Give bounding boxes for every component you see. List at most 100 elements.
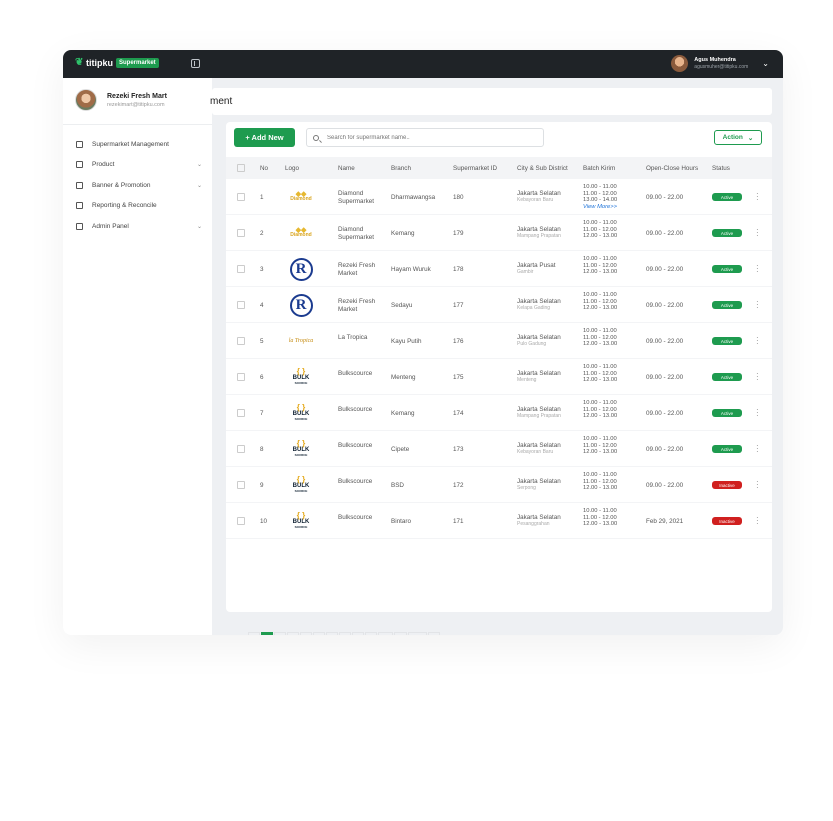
store-logo: { } BULK SOURCE — [292, 511, 310, 530]
table-row[interactable]: 4 R Rezeki Fresh Market Sedayu 177 Jakarta Se… — [226, 287, 772, 323]
chevron-down-icon[interactable]: ⌄ — [762, 59, 769, 68]
page-button[interactable]: ... — [394, 632, 408, 635]
brand-logo[interactable]: ❦ titipku Supermarket — [75, 58, 159, 68]
header-branch: Branch — [391, 165, 411, 172]
row-name: Diamond Supermarket — [338, 190, 375, 205]
status-badge: Inactive — [712, 481, 742, 489]
row-hours: 09.00 - 22.00 — [646, 230, 684, 237]
row-batch: 10.00 - 11.00 11.00 - 12.00 12.00 - 13.00 — [583, 436, 618, 455]
page-button[interactable]: 1 — [261, 632, 273, 635]
store-name: Rezeki Fresh Mart — [107, 92, 167, 100]
sidebar-item[interactable]: Product ⌄ — [76, 155, 204, 176]
row-batch: 10.00 - 11.00 11.00 - 12.00 12.00 - 13.00 — [583, 364, 618, 383]
page-button[interactable]: 3 — [287, 632, 299, 635]
table-row[interactable]: 8 { } BULK SOURCE Bulkscource Cipete 173 Jakart… — [226, 431, 772, 467]
avatar — [671, 55, 689, 72]
row-checkbox[interactable] — [237, 337, 245, 345]
page-button[interactable]: 4 — [300, 632, 312, 635]
table-row[interactable]: 6 { } BULK SOURCE Bulkscource Menteng 175 Jakar… — [226, 359, 772, 395]
row-no: 10 — [260, 518, 268, 525]
page-button[interactable]: 5 — [313, 632, 325, 635]
next-page-button[interactable]: » — [427, 632, 440, 635]
table-row[interactable]: 1 ◆◆ Diamond Diamond Supermarket Dharmawangs… — [226, 179, 772, 215]
row-supermarket-id: 177 — [453, 302, 464, 309]
search-input[interactable] — [327, 134, 527, 141]
more-options-icon[interactable]: · · · — [756, 190, 759, 204]
row-supermarket-id: 173 — [453, 446, 464, 453]
page-button[interactable]: 7 — [339, 632, 351, 635]
header-city: City & Sub District — [517, 165, 568, 172]
row-no: 8 — [260, 446, 264, 453]
row-city: Jakarta Selatan Kebayoran Baru — [517, 190, 561, 203]
page-button[interactable]: 101 — [408, 632, 427, 635]
row-checkbox[interactable] — [237, 193, 245, 201]
view-more-link[interactable]: View More>> — [583, 204, 617, 211]
sidebar-item[interactable]: Banner & Promotion ⌄ — [76, 175, 204, 196]
row-checkbox[interactable] — [237, 301, 245, 309]
row-city: Jakarta Selatan Pesanggrahan — [517, 514, 561, 527]
row-checkbox[interactable] — [237, 517, 245, 525]
select-all-checkbox[interactable] — [237, 164, 245, 172]
more-options-icon[interactable]: · · · — [756, 334, 759, 348]
pagination: «12345678910...101» — [248, 632, 441, 635]
row-checkbox[interactable] — [237, 265, 245, 273]
row-supermarket-id: 172 — [453, 482, 464, 489]
more-options-icon[interactable]: · · · — [756, 226, 759, 240]
status-badge: Active — [712, 301, 742, 309]
row-checkbox[interactable] — [237, 229, 245, 237]
table-row[interactable]: 5 la Tropica La Tropica Kayu Putih 176 Jakart… — [226, 323, 772, 359]
header-batch: Batch Kirim — [583, 165, 616, 172]
row-name: La Tropica — [338, 334, 368, 341]
chevron-down-icon: ⌄ — [747, 134, 754, 142]
page-button[interactable]: 6 — [326, 632, 338, 635]
page-button[interactable]: 9 — [365, 632, 377, 635]
more-options-icon[interactable]: · · · — [756, 478, 759, 492]
store-email: rezekimart@titipku.com — [107, 101, 165, 108]
more-options-icon[interactable]: · · · — [756, 514, 759, 528]
more-options-icon[interactable]: · · · — [756, 406, 759, 420]
row-batch: 10.00 - 11.00 11.00 - 12.00 12.00 - 13.00 — [583, 220, 618, 239]
row-city: Jakarta Selatan Mampang Prapatan — [517, 226, 561, 239]
sidebar-item[interactable]: Supermarket Management — [76, 134, 204, 155]
row-name: Bulkscource — [338, 514, 373, 521]
row-checkbox[interactable] — [237, 409, 245, 417]
sidebar-item-label: Supermarket Management — [92, 140, 169, 148]
row-checkbox[interactable] — [237, 373, 245, 381]
row-name: Diamond Supermarket — [338, 226, 375, 241]
action-dropdown[interactable]: Action ⌄ — [714, 130, 762, 145]
sidebar-item-label: Product — [92, 161, 115, 169]
add-new-button[interactable]: + Add New — [234, 128, 295, 147]
more-options-icon[interactable]: · · · — [756, 370, 759, 384]
row-supermarket-id: 180 — [453, 194, 464, 201]
header-no: No — [260, 165, 269, 172]
row-branch: Menteng — [391, 374, 416, 381]
page-button[interactable]: 10 — [378, 632, 394, 635]
more-options-icon[interactable]: · · · — [756, 298, 759, 312]
row-checkbox[interactable] — [237, 445, 245, 453]
table-card: + Add New Action ⌄ No Logo Name Branch S… — [226, 122, 772, 635]
search-box[interactable] — [306, 128, 544, 147]
sidebar: Rezeki Fresh Mart rezekimart@titipku.com… — [63, 78, 212, 635]
table-row[interactable]: 2 ◆◆ Diamond Diamond Supermarket Kemang 179 Ja… — [226, 215, 772, 251]
row-batch: 10.00 - 11.00 11.00 - 12.00 12.00 - 13.00 — [583, 292, 618, 311]
row-supermarket-id: 178 — [453, 266, 464, 273]
table-row[interactable]: 10 { } BULK SOURCE Bulkscource Bintaro 171 Jaka… — [226, 503, 772, 539]
prev-page-button[interactable]: « — [248, 632, 260, 635]
row-hours: Feb 29, 2021 — [646, 518, 684, 525]
sidebar-item[interactable]: Admin Panel ⌄ — [76, 216, 204, 237]
menu-icon — [76, 202, 83, 210]
table-row[interactable]: 7 { } BULK SOURCE Bulkscource Kemang 174 Jakart… — [226, 395, 772, 431]
user-menu[interactable]: Agus Muhendra agusmuher@titipku.com ⌄ — [671, 55, 769, 72]
page-button[interactable]: 8 — [352, 632, 364, 635]
more-options-icon[interactable]: · · · — [756, 262, 759, 276]
row-supermarket-id: 179 — [453, 230, 464, 237]
table-row[interactable]: 9 { } BULK SOURCE Bulkscource BSD 172 Jakarta S… — [226, 467, 772, 503]
table-row[interactable]: 3 R Rezeki Fresh Market Hayam Wuruk 178 Jakar… — [226, 251, 772, 287]
row-checkbox[interactable] — [237, 481, 245, 489]
page-button[interactable]: 2 — [274, 632, 286, 635]
sidebar-toggle-icon[interactable] — [191, 59, 200, 68]
more-options-icon[interactable]: · · · — [756, 442, 759, 456]
row-city: Jakarta Pusat Gambir — [517, 262, 556, 275]
row-batch: 10.00 - 11.00 11.00 - 12.00 12.00 - 13.00 — [583, 472, 618, 491]
sidebar-item[interactable]: Reporting & Reconcile — [76, 196, 204, 217]
